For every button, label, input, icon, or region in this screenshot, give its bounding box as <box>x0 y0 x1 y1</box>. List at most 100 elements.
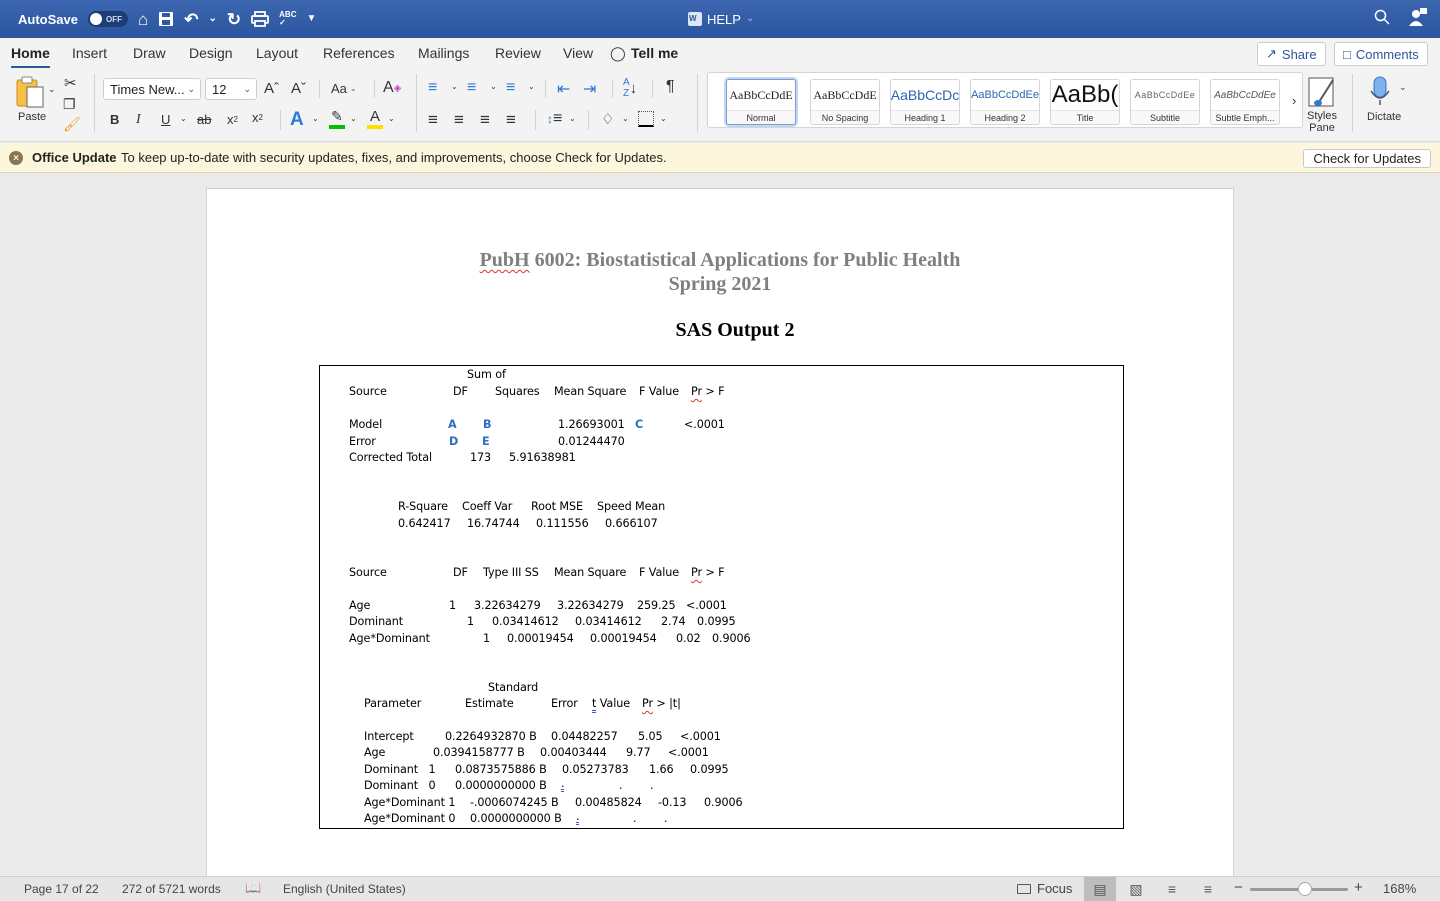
sort-icon[interactable]: A Z ↓ <box>623 77 637 99</box>
word-count[interactable]: 272 of 5721 words <box>122 882 221 896</box>
change-case-button[interactable]: Aa ⌄ <box>331 81 357 96</box>
autosave-toggle[interactable]: OFF <box>87 11 128 27</box>
save-icon[interactable] <box>158 11 174 27</box>
page-count[interactable]: Page 17 of 22 <box>24 882 99 896</box>
undo-icon[interactable]: ↶ <box>184 11 198 28</box>
font-color-icon[interactable]: A <box>367 108 383 129</box>
italic-button[interactable]: I <box>136 112 141 128</box>
copy-icon[interactable]: ❐ <box>63 96 76 113</box>
title-chevron-icon[interactable]: ⌄ <box>746 14 754 24</box>
tab-draw[interactable]: Draw <box>133 45 166 61</box>
dictate-dropdown-icon[interactable]: ⌄ <box>1399 82 1407 93</box>
account-icon[interactable] <box>1408 7 1428 32</box>
microphone-icon[interactable] <box>1368 74 1392 108</box>
tab-references[interactable]: References <box>323 45 395 61</box>
tab-layout[interactable]: Layout <box>256 45 298 61</box>
superscript-button[interactable]: x2 <box>252 110 263 125</box>
tab-insert[interactable]: Insert <box>72 45 107 61</box>
print-layout-view-icon[interactable]: ▤ <box>1084 877 1116 901</box>
shrink-font-icon[interactable]: Aˇ <box>291 80 306 97</box>
search-icon[interactable] <box>1374 9 1390 30</box>
tab-mailings[interactable]: Mailings <box>418 45 469 61</box>
text-effects-icon[interactable]: A <box>290 109 304 131</box>
bold-button[interactable]: B <box>110 112 119 127</box>
paste-button[interactable] <box>14 74 48 110</box>
align-right-icon[interactable]: ≡ <box>480 110 490 130</box>
style-heading-1[interactable]: AaBbCcDc Heading 1 <box>890 79 960 125</box>
chevron-down-icon[interactable]: ⌄ <box>569 114 576 123</box>
font-size-select[interactable]: 12 ⌄ <box>205 78 257 100</box>
comments-button[interactable]: □ Comments <box>1334 42 1428 66</box>
dictate-button[interactable]: Dictate <box>1367 111 1401 123</box>
tab-view[interactable]: View <box>563 45 593 61</box>
show-formatting-icon[interactable]: ¶ <box>666 78 675 96</box>
styles-pane-button[interactable]: Styles Pane <box>1301 110 1343 134</box>
redo-icon[interactable]: ↻ <box>227 11 241 28</box>
home-icon[interactable]: ⌂ <box>138 11 148 28</box>
tab-review[interactable]: Review <box>495 45 541 61</box>
underline-button[interactable]: U <box>161 112 170 127</box>
dismiss-notice-icon[interactable]: × <box>9 151 23 165</box>
tell-me-search[interactable]: Tell me <box>631 45 678 61</box>
chevron-down-icon[interactable]: ⌄ <box>660 114 667 123</box>
bullets-icon[interactable]: ≡ <box>428 79 437 97</box>
chevron-down-icon[interactable]: ⌄ <box>388 114 395 123</box>
borders-icon[interactable] <box>638 111 654 127</box>
tab-design[interactable]: Design <box>189 45 233 61</box>
language[interactable]: English (United States) <box>283 882 406 896</box>
print-icon[interactable] <box>251 11 270 27</box>
style-heading-2[interactable]: AaBbCcDdEe Heading 2 <box>970 79 1040 125</box>
spelling-icon[interactable]: ABC ✓ <box>279 11 296 27</box>
style-title[interactable]: AaBb( Title <box>1050 79 1120 125</box>
zoom-out-button[interactable]: − <box>1234 879 1243 896</box>
underline-dropdown-icon[interactable]: ⌄ <box>180 114 187 123</box>
zoom-in-button[interactable]: + <box>1354 879 1363 896</box>
chevron-down-icon[interactable]: ⌄ <box>622 114 629 123</box>
shading-icon[interactable]: ♢ <box>601 110 614 128</box>
chevron-down-icon[interactable]: ⌄ <box>312 114 319 123</box>
line-spacing-icon[interactable]: ↕ ≡ <box>547 110 562 128</box>
chevron-down-icon[interactable]: ⌄ <box>528 82 535 91</box>
styles-pane-icon[interactable] <box>1306 75 1338 109</box>
increase-indent-icon[interactable]: ⇥ <box>583 79 596 99</box>
zoom-slider-thumb[interactable] <box>1298 882 1312 896</box>
multilevel-list-icon[interactable]: ≡ <box>506 79 515 97</box>
customize-toolbar-icon[interactable]: ▼ <box>306 14 316 24</box>
cut-icon[interactable]: ✂ <box>64 74 77 92</box>
style-no-spacing[interactable]: AaBbCcDdE No Spacing <box>810 79 880 125</box>
proofing-icon[interactable]: 📖 <box>245 880 261 896</box>
font-name-select[interactable]: Times New... ⌄ <box>103 78 201 100</box>
check-for-updates-button[interactable]: Check for Updates <box>1303 149 1431 168</box>
clear-formatting-icon[interactable]: A ◈ <box>383 79 401 97</box>
document-title[interactable]: HELP <box>707 12 741 27</box>
decrease-indent-icon[interactable]: ⇤ <box>557 79 570 99</box>
align-center-icon[interactable]: ≡ <box>454 110 464 130</box>
share-button[interactable]: ↗ Share <box>1257 42 1326 66</box>
styles-next-icon[interactable]: › <box>1292 93 1296 108</box>
outline-view-icon[interactable]: ≡ <box>1156 877 1188 901</box>
document-page[interactable]: PubH 6002: Biostatistical Applications f… <box>206 188 1234 876</box>
align-left-icon[interactable]: ≡ <box>428 110 438 130</box>
chevron-down-icon[interactable]: ⌄ <box>490 82 497 91</box>
draft-view-icon[interactable]: ≡ <box>1192 877 1224 901</box>
strikethrough-button[interactable]: ab <box>197 112 211 127</box>
style-subtitle[interactable]: AaBbCcDdEe Subtitle <box>1130 79 1200 125</box>
focus-button[interactable]: Focus <box>1017 881 1072 896</box>
tab-home[interactable]: Home <box>11 45 50 69</box>
numbering-icon[interactable]: ≡ <box>467 79 476 97</box>
justify-icon[interactable]: ≡ <box>506 110 516 130</box>
grow-font-icon[interactable]: Aˆ <box>264 80 279 97</box>
zoom-level[interactable]: 168% <box>1383 881 1416 896</box>
anova-ms: 0.01244470 <box>558 435 625 448</box>
web-layout-view-icon[interactable]: ▧ <box>1120 877 1152 901</box>
style-normal[interactable]: AaBbCcDdE Normal <box>726 79 796 125</box>
subscript-button[interactable]: x2 <box>227 112 238 127</box>
highlight-icon[interactable]: ✎ <box>329 108 345 129</box>
format-painter-icon[interactable]: 🖌 <box>63 116 81 133</box>
style-label: Subtle Emph... <box>1211 110 1279 124</box>
chevron-down-icon[interactable]: ⌄ <box>451 82 458 91</box>
style-subtle-emphasis[interactable]: AaBbCcDdEe Subtle Emph... <box>1210 79 1280 125</box>
undo-dropdown-icon[interactable]: ⌄ <box>209 14 217 24</box>
chevron-down-icon[interactable]: ⌄ <box>350 114 357 123</box>
paste-dropdown-icon[interactable]: ⌄ <box>48 84 56 95</box>
